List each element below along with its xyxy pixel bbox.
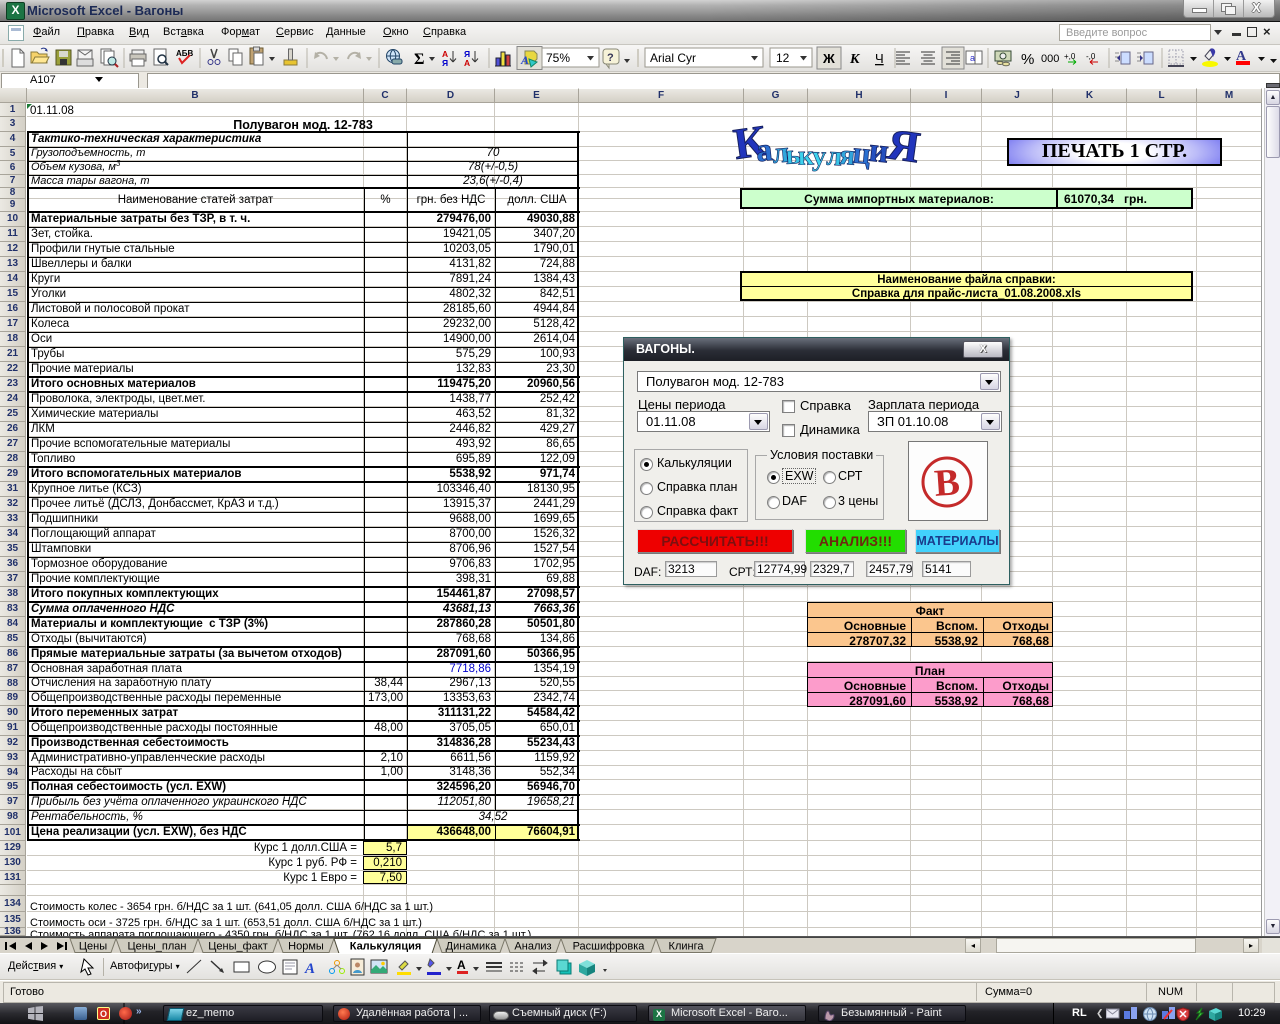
svg-text:a: a bbox=[970, 53, 975, 63]
svg-text:+,0: +,0 bbox=[1064, 52, 1076, 61]
svg-text:Цены: Цены bbox=[79, 941, 107, 953]
svg-text:Динамика: Динамика bbox=[446, 941, 498, 953]
svg-text:%: % bbox=[1021, 51, 1034, 68]
svg-text:Ж: Ж bbox=[822, 51, 835, 66]
svg-text:?: ? bbox=[607, 52, 614, 64]
svg-text:12: 12 bbox=[776, 51, 790, 65]
svg-text:В: В bbox=[933, 461, 961, 505]
svg-text:у: у bbox=[812, 141, 827, 172]
svg-text:АБВ: АБВ bbox=[176, 49, 194, 58]
svg-text:А: А bbox=[464, 58, 470, 68]
svg-text:Я: Я bbox=[885, 122, 924, 172]
svg-text:А: А bbox=[457, 958, 466, 972]
svg-text:Клинга: Клинга bbox=[669, 941, 705, 953]
svg-text:-,0: -,0 bbox=[1086, 52, 1096, 61]
svg-text:000: 000 bbox=[1041, 53, 1059, 65]
svg-text:Цены_факт: Цены_факт bbox=[208, 941, 268, 953]
svg-text:Анализ: Анализ bbox=[514, 941, 551, 953]
svg-text:Нормы: Нормы bbox=[288, 941, 324, 953]
svg-text:A: A bbox=[304, 961, 315, 977]
svg-text:Σ: Σ bbox=[414, 51, 424, 68]
svg-text:Расшифровка: Расшифровка bbox=[573, 941, 646, 953]
svg-text:Ч: Ч bbox=[875, 51, 884, 66]
svg-text:Я: Я bbox=[442, 58, 448, 68]
svg-text:К: К bbox=[849, 52, 861, 67]
svg-text:Arial Cyr: Arial Cyr bbox=[650, 51, 696, 65]
svg-text:A: A bbox=[520, 53, 529, 67]
svg-text:Калькуляция: Калькуляция bbox=[350, 941, 422, 953]
svg-text:75%: 75% bbox=[546, 51, 570, 65]
svg-text:Цены_план: Цены_план bbox=[128, 941, 187, 953]
